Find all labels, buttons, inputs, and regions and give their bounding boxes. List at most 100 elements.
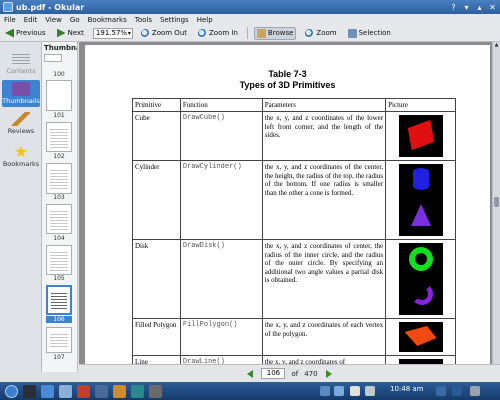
network-app-icon[interactable]: [131, 384, 144, 398]
tray-icon[interactable]: [436, 386, 446, 396]
scrollbar-thumb[interactable]: [494, 197, 499, 207]
toolbar-separator: [246, 27, 248, 39]
zoom-value: 191.57%: [95, 29, 128, 37]
thumbnail-text-lines: [50, 168, 68, 190]
thumbnail-page[interactable]: [46, 163, 72, 194]
okular-taskbar-icon[interactable]: [77, 384, 90, 398]
tray-icon[interactable]: [320, 386, 330, 396]
tray-icon[interactable]: [452, 386, 462, 396]
cell-parameters: the x, y, and z coordinates of: [261, 355, 387, 364]
thumb-number-selected: 106: [46, 316, 72, 323]
cell-picture: [385, 355, 456, 364]
terminal-icon[interactable]: [23, 384, 36, 398]
thumb-number: 100: [53, 71, 65, 78]
previous-page-icon[interactable]: [247, 369, 254, 378]
media-icon[interactable]: [113, 384, 126, 398]
menu-settings[interactable]: Settings: [160, 16, 189, 24]
polygon-image: [398, 322, 443, 352]
thumbnail-page-selected[interactable]: [46, 285, 72, 315]
tab-contents[interactable]: Contents: [2, 52, 40, 75]
minimize-icon[interactable]: ▾: [461, 2, 472, 12]
thumbnails-icon: [12, 82, 30, 96]
thumbnail-page[interactable]: [46, 327, 72, 353]
menu-edit[interactable]: Edit: [24, 16, 38, 24]
thumb-number: 107: [53, 354, 65, 361]
zoom-in-button[interactable]: Zoom In: [196, 28, 240, 39]
vertical-scrollbar[interactable]: ▲: [492, 42, 500, 364]
main-toolbar: Previous Next 191.57% ▾ Zoom Out Zoom In…: [0, 25, 500, 42]
menu-help[interactable]: Help: [197, 16, 213, 24]
system-taskbar: 10:48 am: [0, 382, 500, 400]
cell-picture: [385, 111, 456, 161]
table-number: Table 7-3: [268, 69, 307, 79]
menu-file[interactable]: File: [4, 16, 16, 24]
cell-parameters: the x, y, and z coordinates of the cente…: [261, 160, 387, 240]
tray-icon[interactable]: [334, 386, 344, 396]
thumb-number: 102: [53, 153, 65, 160]
document-view[interactable]: Table 7-3 Types of 3D Primitives Primiti…: [79, 42, 492, 364]
cell-primitive: Line: [132, 355, 181, 364]
folder-icon[interactable]: [41, 384, 54, 398]
volume-icon[interactable]: [350, 386, 360, 396]
zoom-out-button[interactable]: Zoom Out: [139, 28, 189, 39]
thumbnail-page[interactable]: [46, 204, 72, 234]
thumb-number: 101: [53, 112, 65, 119]
thumbnail-text-lines: [50, 127, 68, 148]
thumbnail-text-lines: [50, 85, 68, 107]
cell-parameters: the x, y, and z coordinates of center, t…: [261, 239, 387, 319]
menu-bar: File Edit View Go Bookmarks Tools Settin…: [0, 14, 500, 25]
close-icon[interactable]: ✕: [487, 2, 498, 12]
thumbnail-page[interactable]: [46, 122, 72, 152]
window-title: ub.pdf - Okular: [16, 2, 85, 12]
table-row: Disk DrawDisk() the x, y, and z coordina…: [132, 239, 456, 319]
header-picture: Picture: [385, 98, 456, 112]
thumbnail-text-lines: [51, 291, 67, 310]
next-button[interactable]: Next: [55, 28, 86, 39]
next-page-icon[interactable]: [325, 369, 332, 378]
thumbnails-label: Thumbnails: [2, 97, 40, 105]
reviews-label: Reviews: [7, 127, 35, 135]
help-icon[interactable]: ?: [448, 2, 459, 12]
menu-bookmarks[interactable]: Bookmarks: [88, 16, 127, 24]
network-icon[interactable]: [365, 386, 375, 396]
tab-reviews[interactable]: Reviews: [2, 112, 40, 135]
app-launcher-icon[interactable]: [95, 384, 108, 398]
cell-picture: [385, 318, 456, 356]
cell-function: DrawLine(): [179, 355, 263, 364]
thumbnail-page[interactable]: [46, 80, 72, 111]
cylinder-cone-image: [398, 164, 443, 236]
cube-image: [398, 115, 443, 157]
page-number-input[interactable]: 106: [261, 368, 286, 379]
menu-view[interactable]: View: [45, 16, 62, 24]
zoom-in-label: Zoom In: [209, 29, 238, 37]
menu-tools[interactable]: Tools: [135, 16, 152, 24]
cell-primitive: Cylinder: [132, 160, 181, 240]
window-icon[interactable]: [149, 384, 162, 398]
start-menu-icon[interactable]: [5, 384, 18, 398]
cell-function: DrawCylinder(): [179, 160, 263, 240]
scroll-up-icon[interactable]: ▲: [493, 42, 500, 49]
browse-label: Browse: [267, 29, 294, 37]
zoom-tool-button[interactable]: Zoom: [303, 28, 338, 39]
thumbnail-page[interactable]: [46, 245, 72, 275]
table-title: Types of 3D Primitives: [239, 80, 336, 90]
cell-parameters: the x, y, and z coordinates of each vert…: [261, 318, 387, 356]
browse-tool-button[interactable]: Browse: [253, 26, 297, 40]
zoom-label: Zoom: [316, 29, 337, 37]
selection-tool-button[interactable]: Selection: [346, 28, 393, 39]
maximize-icon[interactable]: ▴: [474, 2, 485, 12]
tab-thumbnails[interactable]: Thumbnails: [2, 80, 40, 107]
thumbnail-text-lines: [50, 250, 68, 271]
table-header-row: Primitive Function Parameters Picture: [132, 98, 456, 112]
cell-picture: [385, 239, 456, 319]
tools-icon[interactable]: [59, 384, 72, 398]
zoom-select[interactable]: 191.57% ▾: [92, 27, 133, 39]
tab-bookmarks[interactable]: ★ Bookmarks: [2, 144, 40, 169]
previous-button[interactable]: Previous: [3, 28, 48, 39]
thumbnail-text-lines: [50, 209, 68, 230]
zoom-out-label: Zoom Out: [151, 29, 188, 37]
menu-go[interactable]: Go: [70, 16, 80, 24]
header-parameters: Parameters: [261, 98, 387, 112]
trash-icon[interactable]: [470, 386, 480, 396]
thumbnail-filter-input[interactable]: [44, 54, 62, 62]
